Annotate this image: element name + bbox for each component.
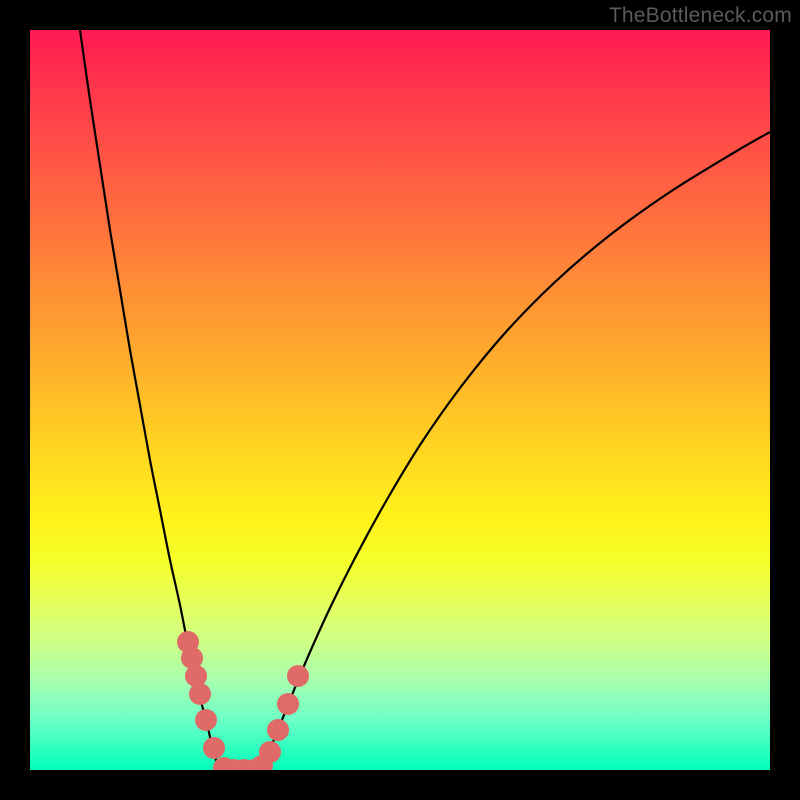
marker-dot <box>203 737 225 759</box>
watermark-text: TheBottleneck.com <box>609 4 792 28</box>
marker-dot <box>195 709 217 731</box>
curve-layer <box>30 30 770 770</box>
marker-dot <box>267 719 289 741</box>
marker-dot <box>277 693 299 715</box>
marker-dots-group <box>177 631 309 770</box>
chart-frame <box>30 30 770 770</box>
marker-dot <box>287 665 309 687</box>
curve-right-branch <box>260 132 770 770</box>
marker-dot <box>189 683 211 705</box>
marker-dot <box>259 741 281 763</box>
